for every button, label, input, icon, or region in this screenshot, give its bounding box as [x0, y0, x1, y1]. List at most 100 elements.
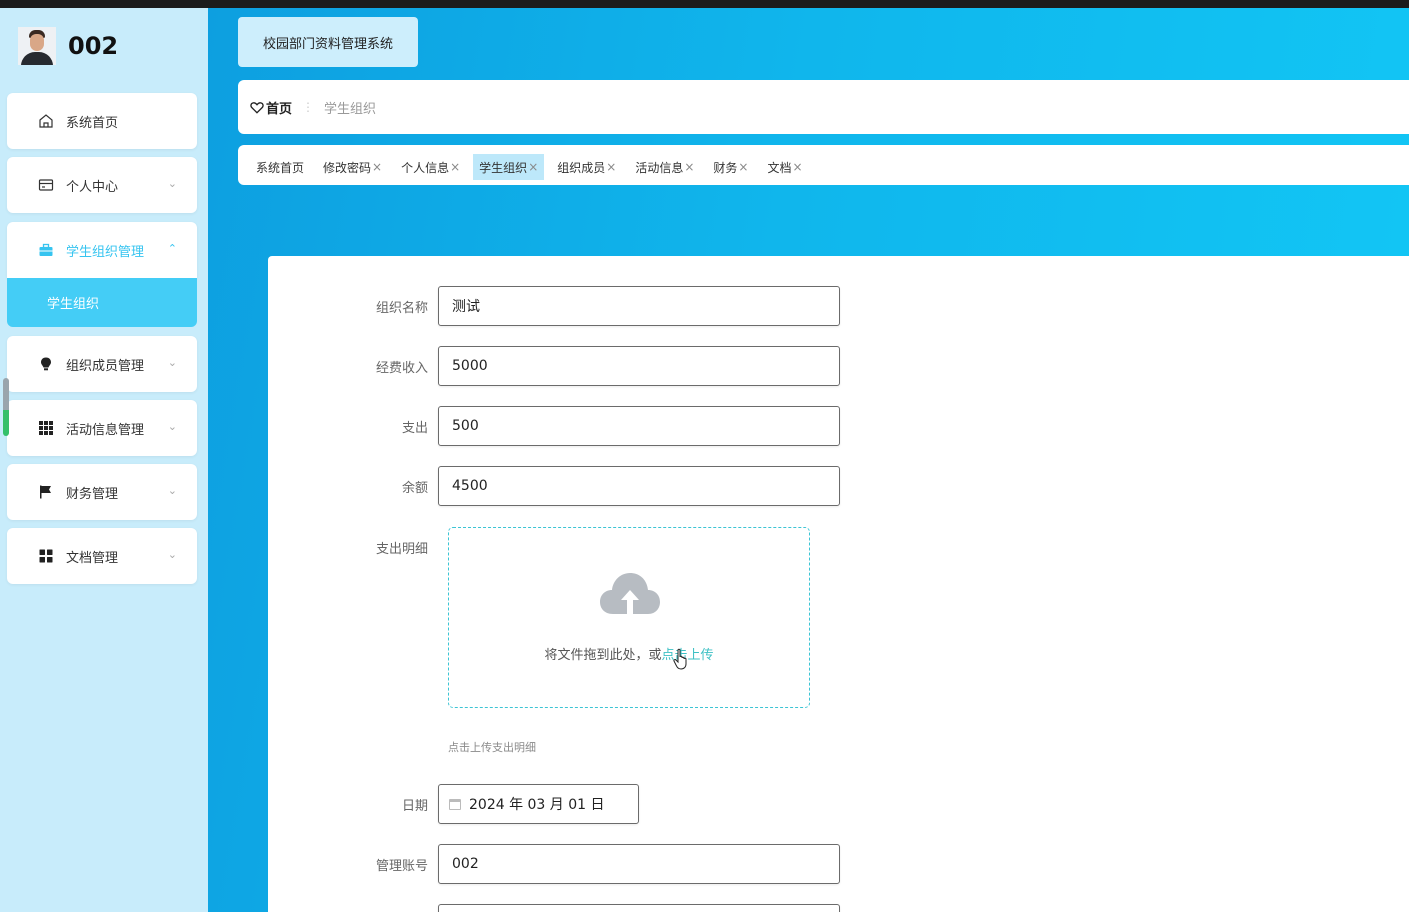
bulb-icon	[37, 355, 55, 373]
close-icon[interactable]: ×	[450, 160, 460, 174]
field-label: 余额	[401, 480, 428, 496]
close-icon[interactable]: ×	[793, 160, 803, 174]
input-value: 2024 年 03 月 01 日	[469, 797, 605, 813]
tag-finance[interactable]: 财务 ×	[707, 154, 754, 180]
tag-document[interactable]: 文档 ×	[761, 154, 808, 180]
tag-change-password[interactable]: 修改密码 ×	[317, 154, 388, 180]
field-label: 组织名称	[375, 300, 428, 316]
field-label: 支出	[401, 420, 428, 436]
close-icon[interactable]: ×	[738, 160, 748, 174]
main-area: 校园部门资料管理系统 首页 ⋮ 学生组织 系统首页 修改密码 × 个人信息 × 学生…	[208, 8, 1409, 912]
balance-input[interactable]: 4500	[438, 466, 840, 506]
tag-label: 组织成员	[557, 160, 606, 175]
form-row-next	[268, 904, 840, 912]
expense-detail-upload-dropzone[interactable]: 将文件拖到此处，或点击上传	[448, 527, 810, 708]
close-icon[interactable]: ×	[372, 160, 382, 174]
briefcase-icon	[37, 241, 55, 259]
form-row-account: 管理账号 002	[268, 844, 840, 884]
hand-cursor-icon	[673, 648, 687, 670]
window-top-bar	[0, 0, 1409, 8]
sidebar-item-finance-management[interactable]: 财务管理 ⌄	[7, 464, 197, 520]
upload-hint: 点击上传支出明细	[448, 741, 536, 754]
sidebar-item-label: 文档管理	[66, 550, 119, 566]
tag-label: 财务	[713, 160, 738, 175]
tag-label: 学生组织	[479, 160, 528, 175]
flag-icon	[37, 483, 55, 501]
breadcrumb-current: 学生组织	[324, 101, 377, 117]
field-label: 经费收入	[375, 360, 428, 376]
chevron-down-icon: ⌄	[167, 177, 177, 190]
breadcrumb-home[interactable]: 首页	[250, 98, 292, 117]
apps-icon	[37, 547, 55, 565]
sidebar-item-label: 系统首页	[66, 115, 119, 131]
close-icon[interactable]: ×	[606, 160, 616, 174]
upload-instruction: 将文件拖到此处，或	[544, 648, 662, 663]
submenu-item-label: 学生组织	[47, 297, 100, 312]
date-picker-input[interactable]: 2024 年 03 月 01 日	[438, 784, 639, 824]
tag-personal-info[interactable]: 个人信息 ×	[395, 154, 466, 180]
app-title-text: 校园部门资料管理系统	[262, 36, 393, 52]
sidebar-item-activity-management[interactable]: 活动信息管理 ⌄	[7, 400, 197, 456]
card-icon	[37, 176, 55, 194]
chevron-up-icon: ⌃	[167, 242, 177, 255]
grid-icon	[37, 419, 55, 437]
sidebar-item-document-management[interactable]: 文档管理 ⌄	[7, 528, 197, 584]
form-panel: 组织名称 测试 经费收入 5000 支出 500 余额 4500 支出明细 将文…	[268, 256, 1409, 912]
breadcrumb: 首页 ⋮ 学生组织	[238, 80, 1409, 134]
close-icon[interactable]: ×	[528, 160, 538, 174]
sidebar-item-label: 组织成员管理	[66, 358, 145, 374]
tag-org-member[interactable]: 组织成员 ×	[551, 154, 622, 180]
tag-home[interactable]: 系统首页	[250, 154, 310, 180]
sidebar-item-label: 学生组织管理	[66, 244, 145, 260]
sidebar-item-home[interactable]: 系统首页	[7, 93, 197, 149]
input-value: 002	[452, 856, 479, 872]
next-field-input[interactable]	[438, 904, 840, 912]
upload-text: 将文件拖到此处，或点击上传	[449, 644, 809, 663]
close-icon[interactable]: ×	[684, 160, 694, 174]
input-value: 5000	[452, 358, 488, 374]
income-input[interactable]: 5000	[438, 346, 840, 386]
input-value: 测试	[452, 299, 480, 315]
tag-student-org[interactable]: 学生组织 ×	[473, 154, 545, 180]
form-row-expense: 支出 500	[268, 406, 840, 446]
avatar	[18, 27, 56, 65]
tags-bar: 系统首页 修改密码 × 个人信息 × 学生组织 × 组织成员 × 活动信息 × 财务 × 文…	[238, 145, 1409, 185]
breadcrumb-home-label: 首页	[266, 101, 293, 117]
tag-label: 修改密码	[323, 160, 372, 175]
sidebar-item-personal-center[interactable]: 个人中心 ⌄	[7, 157, 197, 213]
tag-label: 文档	[767, 160, 792, 175]
sidebar-item-org-member-management[interactable]: 组织成员管理 ⌄	[7, 336, 197, 392]
input-value: 500	[452, 418, 479, 434]
field-label: 支出明细	[375, 542, 428, 557]
chevron-down-icon: ⌄	[167, 420, 177, 433]
chevron-down-icon: ⌄	[167, 356, 177, 369]
heart-icon	[250, 101, 264, 114]
form-row-expense-detail: 支出明细	[268, 538, 438, 557]
tag-label: 个人信息	[401, 160, 450, 175]
account-input[interactable]: 002	[438, 844, 840, 884]
sidebar-item-label: 活动信息管理	[66, 422, 145, 438]
breadcrumb-separator: ⋮	[302, 100, 315, 114]
user-profile[interactable]: 002	[18, 26, 118, 66]
form-row-balance: 余额 4500	[268, 466, 840, 506]
form-row-org-name: 组织名称 测试	[268, 286, 840, 326]
org-name-input[interactable]: 测试	[438, 286, 840, 326]
chevron-down-icon: ⌄	[167, 484, 177, 497]
app-title: 校园部门资料管理系统	[238, 17, 418, 67]
expense-input[interactable]: 500	[438, 406, 840, 446]
upload-cloud-icon	[600, 573, 660, 614]
tag-label: 系统首页	[256, 160, 305, 175]
sidebar-item-label: 个人中心	[66, 179, 119, 195]
submenu-item-student-org[interactable]: 学生组织	[7, 278, 197, 327]
home-icon	[37, 112, 55, 130]
sidebar-item-label: 财务管理	[66, 486, 119, 502]
form-row-date: 日期 2024 年 03 月 01 日	[268, 784, 639, 824]
chevron-down-icon: ⌄	[167, 548, 177, 561]
calendar-icon	[449, 798, 461, 810]
username: 002	[68, 32, 119, 60]
sidebar: 002 系统首页 个人中心 ⌄ 学生组织管理 ⌃ 学生组织 组织成员管理 ⌄ 活…	[0, 8, 208, 912]
input-value: 4500	[452, 478, 488, 494]
sidebar-item-student-org-management[interactable]: 学生组织管理 ⌃	[7, 222, 197, 278]
tag-activity-info[interactable]: 活动信息 ×	[629, 154, 700, 180]
scrollbar-thumb[interactable]	[3, 378, 9, 436]
